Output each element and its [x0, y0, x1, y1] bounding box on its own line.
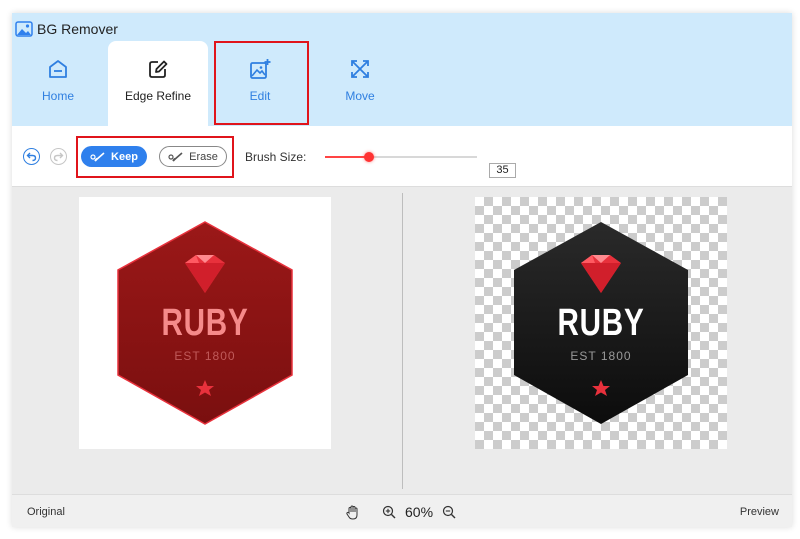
refine-toolbar: Keep Erase Brush Size: 35 [12, 126, 792, 186]
erase-label: Erase [189, 150, 218, 163]
zoom-controls: 60% [345, 502, 457, 522]
eraser-icon [168, 151, 183, 162]
zoom-in-icon [382, 505, 396, 519]
zoom-out-button[interactable] [441, 504, 457, 520]
edit-pencil-icon [149, 60, 168, 78]
preview-label: Preview [739, 506, 779, 518]
brush-size-value[interactable]: 35 [489, 163, 516, 178]
bg-remover-window: BG Remover Home Edge Refine Edit Move Ke… [12, 13, 792, 527]
badge-est-preview: EST 1800 [570, 349, 632, 363]
undo-icon [26, 152, 37, 162]
slider-thumb[interactable] [364, 152, 375, 162]
badge-name-preview: RUBY [557, 302, 645, 344]
redo-button[interactable] [50, 148, 67, 165]
keep-brush-icon [90, 151, 105, 162]
title-bar: BG Remover [15, 19, 118, 39]
tab-home[interactable]: Home [8, 41, 108, 126]
erase-button[interactable]: Erase [159, 146, 227, 167]
app-title: BG Remover [37, 21, 118, 37]
badge-name-original: RUBY [161, 302, 249, 344]
tab-edit[interactable]: Edit [210, 41, 310, 126]
badge-est-original: EST 1800 [174, 349, 236, 363]
zoom-level: 60% [405, 504, 434, 520]
preview-image-panel[interactable]: RUBY EST 1800 [475, 197, 727, 449]
hand-icon [346, 504, 358, 520]
zoom-out-icon [442, 505, 456, 519]
panel-divider [402, 193, 403, 489]
canvas-area: RUBY EST 1800 RUBY EST 1800 [12, 186, 792, 494]
brush-size-slider[interactable] [325, 147, 477, 167]
keep-button[interactable]: Keep [81, 146, 147, 167]
slider-fill [325, 156, 370, 158]
keep-label: Keep [111, 150, 138, 163]
tab-move[interactable]: Move [310, 41, 410, 126]
tab-move-label: Move [345, 89, 375, 103]
tab-home-label: Home [41, 89, 74, 103]
image-edit-icon [250, 59, 271, 79]
status-bar: Original 60% Preview [12, 494, 792, 527]
tab-edit-label: Edit [249, 89, 271, 103]
original-label: Original [27, 506, 65, 518]
tab-edge-refine-label: Edge Refine [124, 89, 192, 103]
tab-edge-refine[interactable]: Edge Refine [108, 41, 208, 126]
move-arrows-icon [351, 60, 369, 78]
image-cloud-icon [15, 21, 33, 37]
home-icon [49, 60, 67, 78]
pan-hand-button[interactable] [345, 504, 361, 520]
brush-size-label: Brush Size: [245, 150, 307, 164]
header: BG Remover Home Edge Refine Edit Move [12, 13, 792, 126]
original-image-panel[interactable]: RUBY EST 1800 [79, 197, 331, 449]
zoom-in-button[interactable] [381, 504, 397, 520]
undo-button[interactable] [23, 148, 40, 165]
redo-icon [53, 152, 64, 162]
